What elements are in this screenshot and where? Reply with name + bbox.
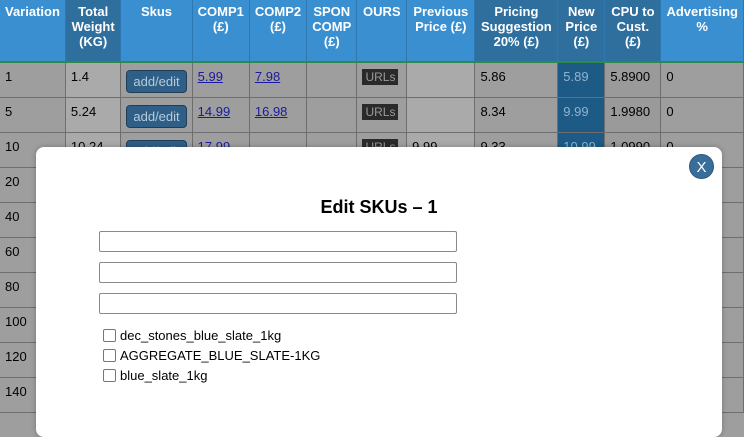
sku-option[interactable]: blue_slate_1kg [103,368,207,383]
sku-option-label: blue_slate_1kg [120,368,208,383]
modal-title: Edit SKUs – 1 [320,197,438,217]
sku-input-2[interactable] [99,262,457,283]
sku-input-1[interactable] [99,231,457,252]
checkbox[interactable] [103,349,116,362]
edit-skus-modal: X Edit SKUs – 1 dec_stones_blue_slate_1k… [36,147,722,437]
sku-input-3[interactable] [99,293,457,314]
checkbox[interactable] [103,329,116,342]
sku-option-label: dec_stones_blue_slate_1kg [120,328,282,343]
checkbox[interactable] [103,369,116,382]
sku-option[interactable]: AGGREGATE_BLUE_SLATE-1KG [103,348,320,363]
sku-option-label: AGGREGATE_BLUE_SLATE-1KG [120,348,321,363]
close-button[interactable]: X [689,154,714,179]
sku-option[interactable]: dec_stones_blue_slate_1kg [103,328,281,343]
